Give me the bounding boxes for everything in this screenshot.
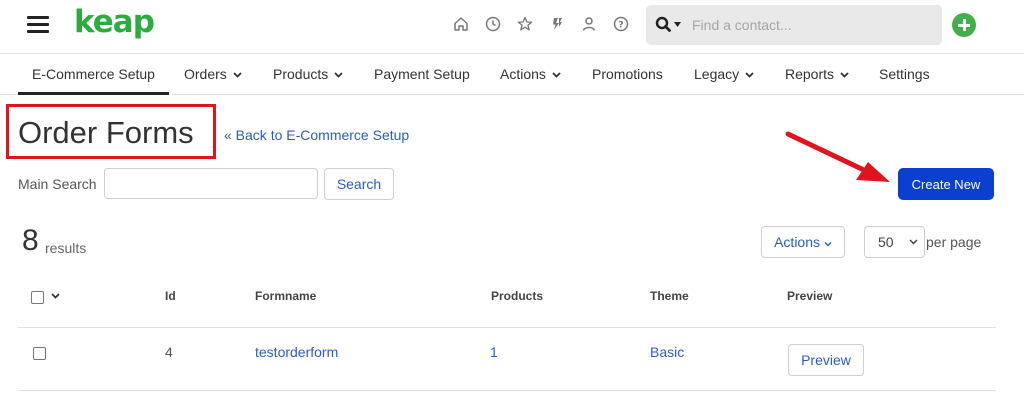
nav-label: Products: [273, 66, 329, 82]
chevron-down-icon: [909, 239, 918, 245]
nav-promotions[interactable]: Promotions: [592, 55, 663, 95]
nav-settings[interactable]: Settings: [879, 55, 930, 95]
search-type-dropdown[interactable]: [654, 14, 688, 36]
row-checkbox[interactable]: [33, 347, 46, 360]
row-divider: [18, 327, 996, 328]
star-icon[interactable]: [514, 13, 536, 35]
main-search-label: Main Search: [18, 176, 97, 192]
preview-button[interactable]: Preview: [788, 344, 864, 376]
chevron-down-icon: [552, 72, 561, 79]
create-new-button[interactable]: Create New: [898, 168, 994, 200]
chevron-down-icon: [334, 72, 343, 79]
home-icon[interactable]: [450, 13, 472, 35]
help-icon[interactable]: ?: [610, 13, 632, 35]
cell-formname-link[interactable]: testorderform: [255, 344, 338, 360]
column-header-theme[interactable]: Theme: [650, 289, 689, 303]
nav-actions[interactable]: Actions: [500, 55, 561, 95]
row-divider: [18, 390, 996, 391]
search-icon: [655, 16, 681, 32]
keap-logo[interactable]: keap: [74, 4, 155, 40]
nav-label: Actions: [500, 66, 546, 82]
page-title: Order Forms: [18, 115, 194, 150]
nav-orders[interactable]: Orders: [184, 55, 242, 95]
chevron-down-icon: [840, 72, 849, 79]
hamburger-menu-icon[interactable]: [27, 16, 49, 34]
nav-label: Promotions: [592, 66, 663, 82]
per-page-value: 50: [878, 234, 894, 250]
actions-dropdown-button[interactable]: Actions: [761, 226, 845, 258]
column-header-id[interactable]: Id: [165, 289, 176, 303]
per-page-select[interactable]: 50: [864, 226, 925, 258]
nav-legacy[interactable]: Legacy: [694, 55, 754, 95]
nav-label: Settings: [879, 66, 930, 82]
top-bar: keap ?: [0, 0, 1024, 54]
nav-label: Orders: [184, 66, 227, 82]
nav-label: E-Commerce Setup: [32, 66, 155, 82]
chevron-down-icon: [233, 72, 242, 79]
contact-search-input[interactable]: [692, 11, 932, 39]
quick-icons: ?: [450, 13, 632, 35]
back-to-ecommerce-link[interactable]: « Back to E-Commerce Setup: [224, 127, 409, 143]
contact-search: [646, 5, 942, 45]
column-header-formname[interactable]: Formname: [255, 289, 316, 303]
per-page-label: per page: [926, 234, 982, 250]
clock-icon[interactable]: [482, 13, 504, 35]
results-label: results: [45, 240, 87, 256]
cell-id: 4: [165, 344, 173, 360]
nav-label: Reports: [785, 66, 835, 82]
actions-label: Actions: [774, 234, 821, 250]
chevron-down-icon: [745, 72, 754, 79]
nav-ecommerce-setup[interactable]: E-Commerce Setup: [18, 55, 169, 95]
nav-products[interactable]: Products: [273, 55, 343, 95]
nav-label: Payment Setup: [374, 66, 470, 82]
nav-reports[interactable]: Reports: [785, 55, 849, 95]
plus-circle-icon[interactable]: [952, 13, 976, 37]
cell-theme-link[interactable]: Basic: [650, 344, 684, 360]
nav-payment-setup[interactable]: Payment Setup: [374, 55, 470, 95]
svg-text:?: ?: [618, 21, 623, 31]
column-header-preview: Preview: [787, 289, 833, 303]
result-count: 8: [22, 224, 39, 257]
main-search-input[interactable]: [104, 168, 318, 199]
search-button[interactable]: Search: [324, 168, 394, 200]
cell-products-link[interactable]: 1: [490, 344, 498, 360]
nav-label: Legacy: [694, 66, 740, 82]
select-all-checkbox[interactable]: [31, 291, 44, 304]
column-header-products[interactable]: Products: [491, 289, 543, 303]
chevron-down-icon[interactable]: [51, 293, 60, 299]
main-nav: E-Commerce Setup Orders Products Payment…: [0, 55, 1024, 95]
person-icon[interactable]: [578, 13, 600, 35]
chevron-down-icon: [824, 241, 832, 247]
lightning-icon[interactable]: [546, 13, 568, 35]
annotation-arrow-icon: [785, 131, 890, 182]
